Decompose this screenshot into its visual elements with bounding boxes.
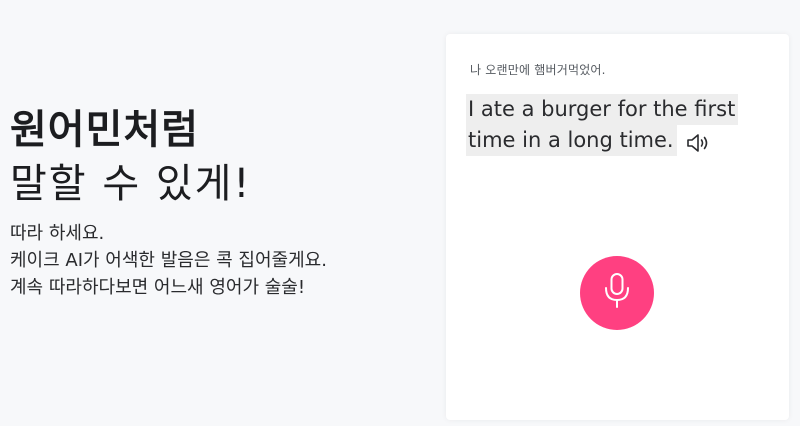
- page: 원어민처럼 말할 수 있게! 따라 하세요. 케이크 AI가 어색한 발음은 콕…: [0, 0, 800, 426]
- hero-title-bold: 원어민처럼: [10, 107, 199, 153]
- english-sentence: I ate a burger for the first time in a l…: [466, 94, 766, 156]
- microphone-icon: [602, 272, 632, 314]
- hero-description: 따라 하세요. 케이크 AI가 어색한 발음은 콕 집어줄게요. 계속 따라하다…: [10, 220, 430, 301]
- english-sentence-line: I ate a burger for the first: [466, 94, 739, 125]
- hero-title-light: 말할 수 있게!: [10, 161, 252, 207]
- hero-section: 원어민처럼 말할 수 있게! 따라 하세요. 케이크 AI가 어색한 발음은 콕…: [10, 104, 430, 301]
- practice-card: 나 오랜만에 햄버거먹었어. I ate a burger for the fi…: [446, 34, 789, 420]
- hero-description-line: 계속 따라하다보면 어느새 영어가 술술!: [10, 277, 306, 298]
- korean-sentence: 나 오랜만에 햄버거먹었어.: [470, 63, 606, 77]
- microphone-button[interactable]: [580, 256, 654, 330]
- speaker-icon[interactable]: [685, 131, 711, 155]
- hero-description-line: 케이크 AI가 어색한 발음은 콕 집어줄게요.: [10, 250, 327, 271]
- english-sentence-line: time in a long time.: [466, 125, 677, 156]
- hero-description-line: 따라 하세요.: [10, 223, 105, 244]
